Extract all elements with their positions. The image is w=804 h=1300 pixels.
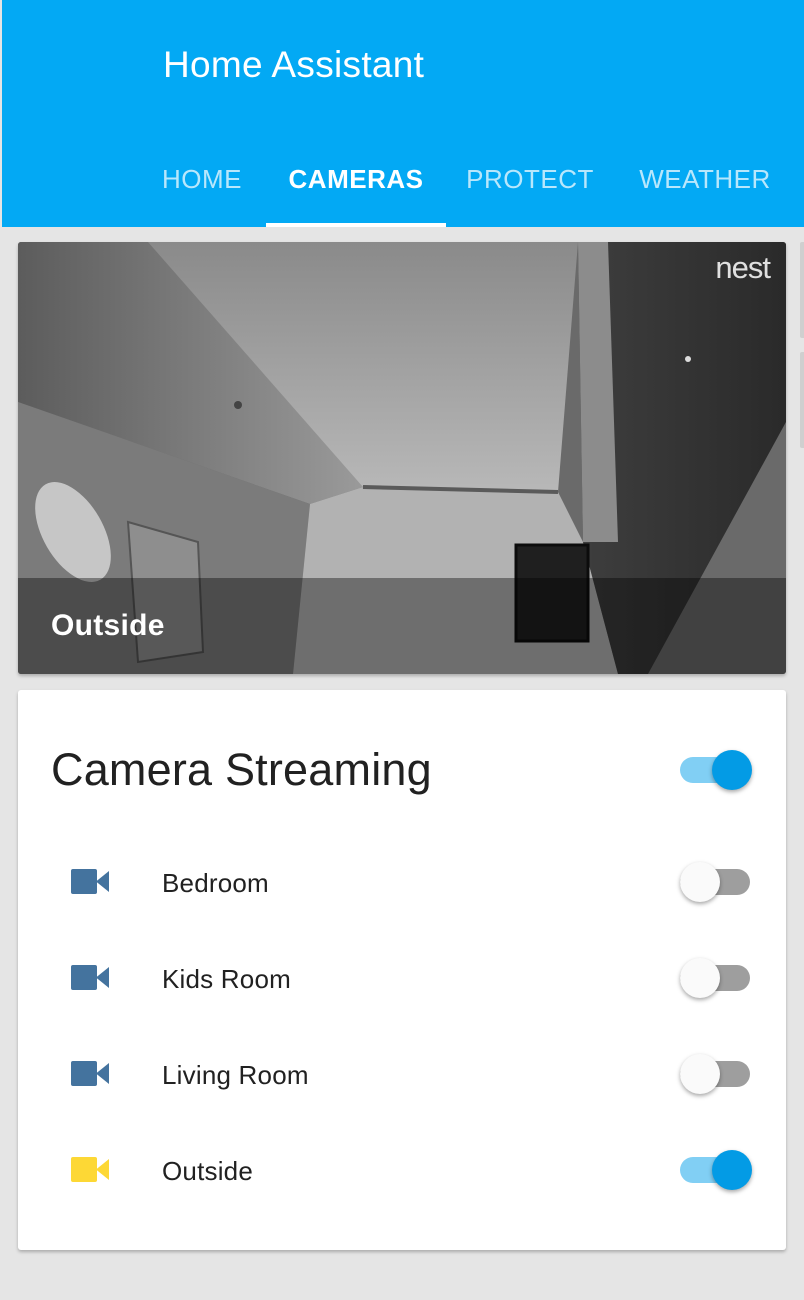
video-camera-icon: [71, 869, 109, 894]
entity-row-living-room: Living Room: [18, 1044, 786, 1104]
entity-label: Living Room: [162, 1060, 309, 1090]
app-header: Home Assistant HOME CAMERAS PROTECT WEAT…: [2, 0, 804, 227]
toggle-thumb: [680, 1054, 720, 1094]
video-camera-icon: [71, 1061, 109, 1086]
tab-home[interactable]: HOME: [152, 140, 252, 227]
toggle-thumb: [712, 750, 752, 790]
camera-caption: Outside: [51, 609, 165, 642]
active-tab-indicator: [266, 223, 446, 227]
tab-bar: HOME CAMERAS PROTECT WEATHER: [2, 140, 804, 227]
entity-row-outside: Outside: [18, 1140, 786, 1200]
outside-streaming-toggle[interactable]: [680, 1150, 754, 1190]
toggle-thumb: [680, 958, 720, 998]
entity-label: Outside: [162, 1156, 254, 1186]
living-room-streaming-toggle[interactable]: [680, 1054, 754, 1094]
camera-caption-bar: Outside: [18, 578, 786, 674]
video-camera-icon: [71, 965, 109, 990]
video-camera-icon: [71, 1157, 109, 1182]
tab-cameras[interactable]: CAMERAS: [266, 140, 446, 227]
toggle-thumb: [680, 862, 720, 902]
next-card-peek: [800, 352, 804, 448]
tab-protect[interactable]: PROTECT: [460, 140, 600, 227]
nest-watermark: nest: [715, 250, 771, 285]
camera-streaming-card: Camera Streaming Bedroom Kids Room Livin…: [18, 690, 786, 1250]
kids-room-streaming-toggle[interactable]: [680, 958, 754, 998]
tab-cameras-label: CAMERAS: [288, 164, 424, 194]
tab-weather[interactable]: WEATHER: [630, 140, 780, 227]
app-title: Home Assistant: [163, 44, 425, 85]
bedroom-streaming-toggle[interactable]: [680, 862, 754, 902]
entity-label: Bedroom: [162, 868, 269, 898]
card-title: Camera Streaming: [51, 744, 432, 795]
entity-row-kids-room: Kids Room: [18, 948, 786, 1008]
camera-streaming-master-toggle[interactable]: [680, 750, 754, 790]
entity-row-bedroom: Bedroom: [18, 852, 786, 912]
next-card-peek: [800, 242, 804, 338]
entity-label: Kids Room: [162, 964, 291, 994]
toggle-thumb: [712, 1150, 752, 1190]
camera-snapshot-card[interactable]: nest Outside: [18, 242, 786, 674]
